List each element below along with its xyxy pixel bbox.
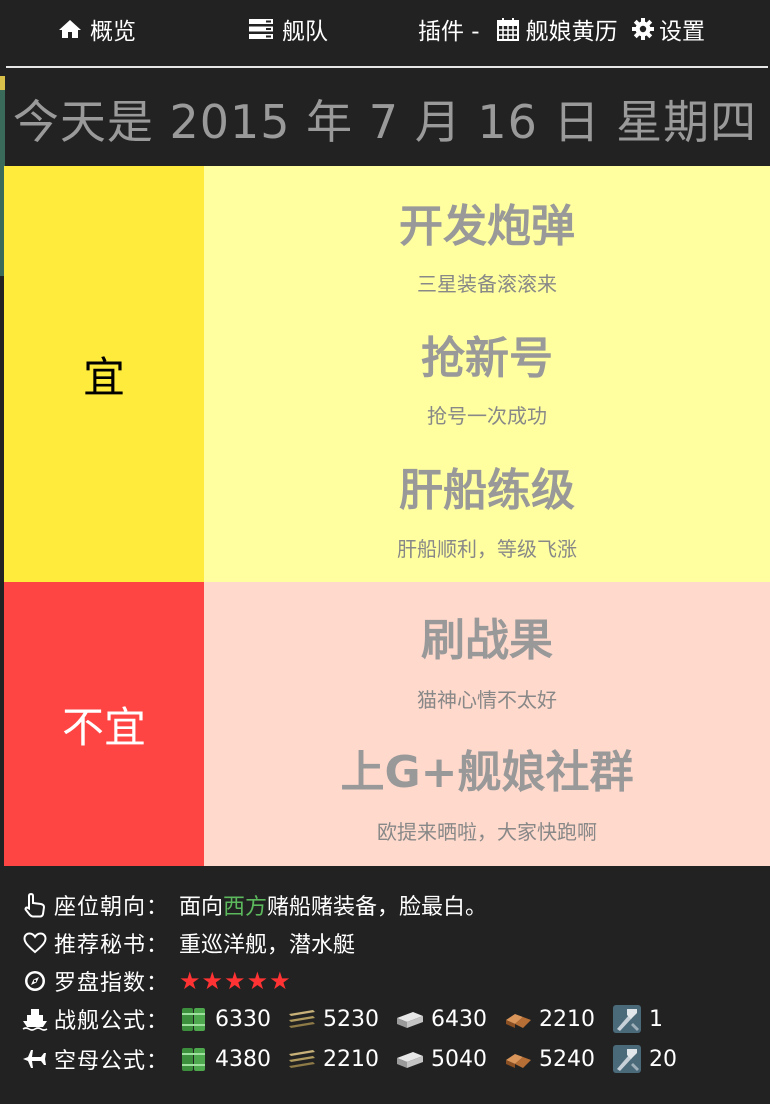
nav-settings-label: 设置	[659, 19, 705, 45]
carrier-formula-line: 空母公式： 4380 2210 5040 5240 20	[22, 1042, 693, 1076]
fuel-icon	[182, 1008, 206, 1031]
secretary-line: 推荐秘书： 重巡洋舰，潜水艇	[22, 926, 355, 960]
seat-prefix: 面向	[179, 895, 224, 920]
nav-plugin-label: 插件 -	[418, 19, 480, 45]
steel-icon	[397, 1052, 424, 1068]
bad-row: 不宜 刷战果 猫神心情不太好 上G+舰娘社群 欧提来晒啦，大家快跑啊	[4, 582, 770, 866]
good-item-desc: 三星装备滚滚来	[417, 272, 557, 296]
good-row: 宜 开发炮弹 三星装备滚滚来 抢新号 抢号一次成功 肝船练级 肝船顺利，等级飞涨	[4, 166, 770, 582]
compass-stars: ★★★★★	[179, 967, 292, 995]
steel-value: 6430	[431, 1006, 488, 1032]
nav-calendar-label: 舰娘黄历	[525, 19, 618, 45]
seat-label: 座位朝向：	[54, 895, 170, 920]
good-item-title: 肝船练级	[399, 465, 575, 516]
fuel-value: 4380	[215, 1046, 272, 1072]
devmat-value: 20	[649, 1046, 678, 1072]
bauxite-icon	[506, 1014, 532, 1028]
bad-item-desc: 猫神心情不太好	[417, 688, 557, 712]
nav-plugin[interactable]: 插件 - 舰娘黄历	[418, 12, 618, 46]
ammo-value: 5230	[323, 1006, 380, 1032]
ship-icon	[22, 1006, 48, 1032]
nav-divider	[6, 66, 768, 68]
ammo-value: 2210	[323, 1046, 380, 1072]
nav-fleet-label: 舰队	[282, 19, 328, 45]
battleship-label: 战舰公式：	[54, 1009, 170, 1034]
plane-icon	[22, 1046, 48, 1072]
battleship-formula-line: 战舰公式： 6330 5230 6430 2210 1	[22, 1002, 679, 1036]
home-icon	[59, 20, 81, 38]
seat-direction: 西方	[223, 895, 268, 920]
good-list: 开发炮弹 三星装备滚滚来 抢新号 抢号一次成功 肝船练级 肝船顺利，等级飞涨	[204, 166, 770, 582]
hand-pointer-icon	[22, 892, 48, 918]
seat-suffix: 赌船赌装备，脸最白。	[267, 895, 488, 920]
good-item-title: 开发炮弹	[399, 201, 575, 252]
seat-direction-line: 座位朝向： 面向 西方 赌船赌装备，脸最白。	[22, 888, 487, 922]
ammo-icon	[289, 1010, 316, 1028]
top-nav: 概览 舰队 插件 - 舰娘黄历 设置	[0, 0, 770, 66]
bad-label: 不宜	[4, 582, 204, 866]
ammo-icon	[289, 1050, 316, 1068]
bauxite-value: 2210	[539, 1006, 596, 1032]
steel-icon	[397, 1012, 424, 1028]
devmat-value: 1	[649, 1006, 664, 1032]
good-item-desc: 抢号一次成功	[427, 404, 547, 428]
bauxite-value: 5240	[539, 1046, 596, 1072]
nav-overview[interactable]: 概览	[58, 12, 136, 46]
compass-line: 罗盘指数： ★★★★★	[22, 964, 292, 998]
bad-item-desc: 欧提来晒啦，大家快跑啊	[377, 820, 597, 844]
good-label: 宜	[4, 166, 204, 582]
server-icon	[249, 19, 273, 39]
bad-list: 刷战果 猫神心情不太好 上G+舰娘社群 欧提来晒啦，大家快跑啊	[204, 582, 770, 866]
calendar-icon	[496, 18, 519, 41]
nav-fleet[interactable]: 舰队	[248, 12, 328, 46]
development-material-icon	[613, 1045, 642, 1073]
good-item-title: 抢新号	[421, 333, 553, 384]
compass-icon	[22, 968, 48, 994]
fuel-value: 6330	[215, 1006, 272, 1032]
secretary-value: 重巡洋舰，潜水艇	[179, 933, 356, 958]
bauxite-icon	[506, 1054, 532, 1068]
nav-settings[interactable]: 设置	[631, 12, 705, 46]
fuel-icon	[182, 1048, 206, 1071]
steel-value: 5040	[431, 1046, 488, 1072]
bad-item-title: 刷战果	[421, 615, 553, 666]
date-title: 今天是 2015 年 7 月 16 日 星期四	[12, 95, 758, 149]
heart-icon	[22, 930, 48, 956]
good-item-desc: 肝船顺利，等级飞涨	[397, 537, 577, 561]
carrier-label: 空母公式：	[54, 1049, 170, 1074]
nav-overview-label: 概览	[90, 19, 136, 45]
secretary-label: 推荐秘书：	[54, 933, 170, 958]
gear-icon	[632, 18, 654, 40]
development-material-icon	[613, 1005, 642, 1033]
bad-item-title: 上G+舰娘社群	[340, 747, 634, 798]
info-panel: 座位朝向： 面向 西方 赌船赌装备，脸最白。 推荐秘书： 重巡洋舰，潜水艇 罗盘指数…	[4, 866, 770, 1104]
compass-label: 罗盘指数：	[54, 971, 170, 996]
